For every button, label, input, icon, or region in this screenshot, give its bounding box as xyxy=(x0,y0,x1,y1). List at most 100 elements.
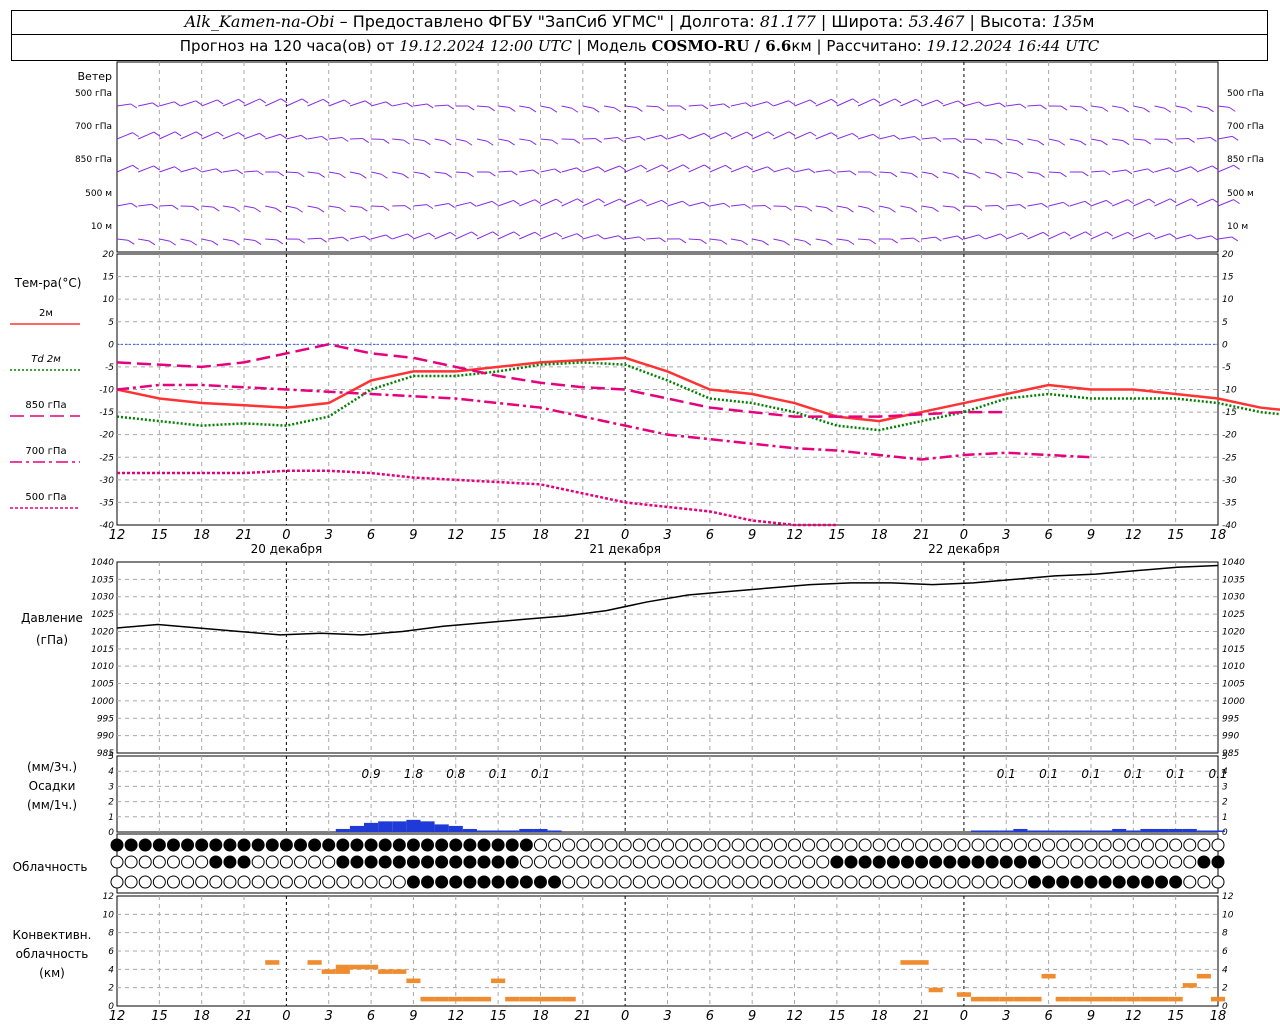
wind-barb-flag xyxy=(444,140,452,146)
cloud-symbol xyxy=(378,855,392,869)
cloud-symbol xyxy=(759,875,773,889)
wind-barb-staff xyxy=(116,132,133,140)
wind-barb-staff xyxy=(900,205,912,209)
cloud-symbol xyxy=(562,838,576,852)
cloud-symbol xyxy=(548,875,562,889)
wind-barb-flag xyxy=(952,173,960,179)
wind-barb-staff xyxy=(328,99,345,107)
y-tick-right: 1020 xyxy=(1222,627,1245,637)
wind-barb-staff xyxy=(688,132,705,140)
wind-barb-flag xyxy=(402,173,409,179)
wind-barb-flag xyxy=(254,207,261,213)
wind-barb-flag xyxy=(1016,173,1024,179)
wind-barb-flag xyxy=(703,201,710,207)
wind-barb-flag xyxy=(1038,173,1045,178)
wind-barb-flag xyxy=(767,166,774,172)
wind-barb-flag xyxy=(508,140,515,146)
wind-barb-staff xyxy=(646,199,662,207)
wind-barb-staff xyxy=(307,237,321,240)
wind-barb-flag xyxy=(426,103,434,109)
wind-barb-staff xyxy=(413,138,425,142)
precip-bar xyxy=(1055,830,1070,832)
conv-bar xyxy=(378,969,393,974)
wind-barb-flag xyxy=(1207,107,1214,113)
y-tick-right: 20 xyxy=(1222,250,1234,260)
wind-barb-flag xyxy=(783,240,790,246)
wind-barb-flag xyxy=(424,140,431,146)
wind-barb-staff xyxy=(603,137,618,140)
precip-label: 0.8 xyxy=(446,767,465,781)
y-tick-left: 4 xyxy=(108,767,114,777)
cloud-symbol xyxy=(1183,875,1197,889)
wind-barb-flag xyxy=(999,102,1006,108)
wind-barb-flag xyxy=(1016,140,1024,146)
wind-barb-staff xyxy=(137,131,155,140)
cloud-symbol xyxy=(195,855,209,869)
cloud-symbol xyxy=(181,855,195,869)
cloud-symbol xyxy=(1013,855,1027,869)
wind-barb-flag xyxy=(640,164,648,170)
wind-barb-staff xyxy=(625,105,637,108)
time-tick-bottom: 21 xyxy=(236,1009,253,1024)
wind-barb-flag xyxy=(935,236,942,242)
wind-barb-flag xyxy=(831,98,838,104)
time-tick-mid: 6 xyxy=(367,528,375,543)
wind-barb-staff xyxy=(265,238,277,241)
wind-barb-flag xyxy=(1231,135,1239,141)
wind-barb-staff xyxy=(857,133,874,140)
time-tick-mid: 12 xyxy=(447,528,464,543)
cloud-symbol xyxy=(294,855,307,869)
y-tick-right: -20 xyxy=(1222,431,1237,441)
cloud-symbol xyxy=(646,855,660,869)
wind-barb-staff xyxy=(1217,135,1233,140)
wind-barb-staff xyxy=(201,99,218,107)
conv-bar xyxy=(335,964,350,974)
wind-barb-flag xyxy=(363,235,371,241)
wind-barb-staff xyxy=(1196,105,1208,109)
wind-barb-flag xyxy=(148,240,156,246)
cloud-symbol xyxy=(181,875,195,889)
wind-barb-flag xyxy=(1060,172,1067,178)
wind-barb-flag xyxy=(852,98,859,104)
wind-barb-flag xyxy=(700,239,707,245)
cloud-symbol xyxy=(449,838,463,852)
cloud-symbol xyxy=(562,855,576,869)
conv-bar xyxy=(928,987,943,993)
wind-barb-flag xyxy=(513,200,520,205)
wind-barb-staff xyxy=(222,205,234,209)
wind-barb-staff xyxy=(582,166,599,173)
wind-barb-staff xyxy=(265,133,281,140)
wind-barb-staff xyxy=(1048,138,1060,142)
wind-barb-flag xyxy=(174,131,182,137)
wind-barb-flag xyxy=(1060,105,1068,111)
precip-bar xyxy=(519,828,534,832)
wind-barb-flag xyxy=(364,100,372,106)
cloud-symbol xyxy=(279,855,293,869)
wind-barb-staff xyxy=(180,131,197,140)
precip-bar xyxy=(1126,830,1141,832)
wind-barb-flag xyxy=(746,165,753,171)
wind-barb-staff xyxy=(942,100,959,107)
cloud-symbol xyxy=(1169,855,1183,869)
wind-barb-staff xyxy=(688,164,705,173)
wind-barb-flag xyxy=(153,165,160,171)
wind-barb-flag xyxy=(657,106,665,112)
cloud-symbol xyxy=(1211,838,1225,852)
wind-barb-flag xyxy=(259,98,267,104)
cloud-symbol xyxy=(308,838,322,852)
wind-barb-staff xyxy=(1217,199,1234,207)
wind-barb-staff xyxy=(1006,103,1021,107)
conv-bar xyxy=(1182,983,1197,988)
cloud-symbol xyxy=(1112,855,1126,869)
wind-barb-flag xyxy=(322,98,330,104)
cloud-symbol xyxy=(745,875,759,889)
wind-barb-flag xyxy=(339,207,346,213)
wind-barb-flag xyxy=(849,170,857,176)
conv-bar xyxy=(265,960,280,965)
time-tick-mid: 21 xyxy=(575,528,592,543)
cloud-symbol xyxy=(519,855,533,869)
cloud-symbol xyxy=(209,838,223,852)
wind-barb-flag xyxy=(1125,169,1133,175)
y-tick-right: 10 xyxy=(1222,295,1234,305)
precip-bar xyxy=(985,830,1000,832)
